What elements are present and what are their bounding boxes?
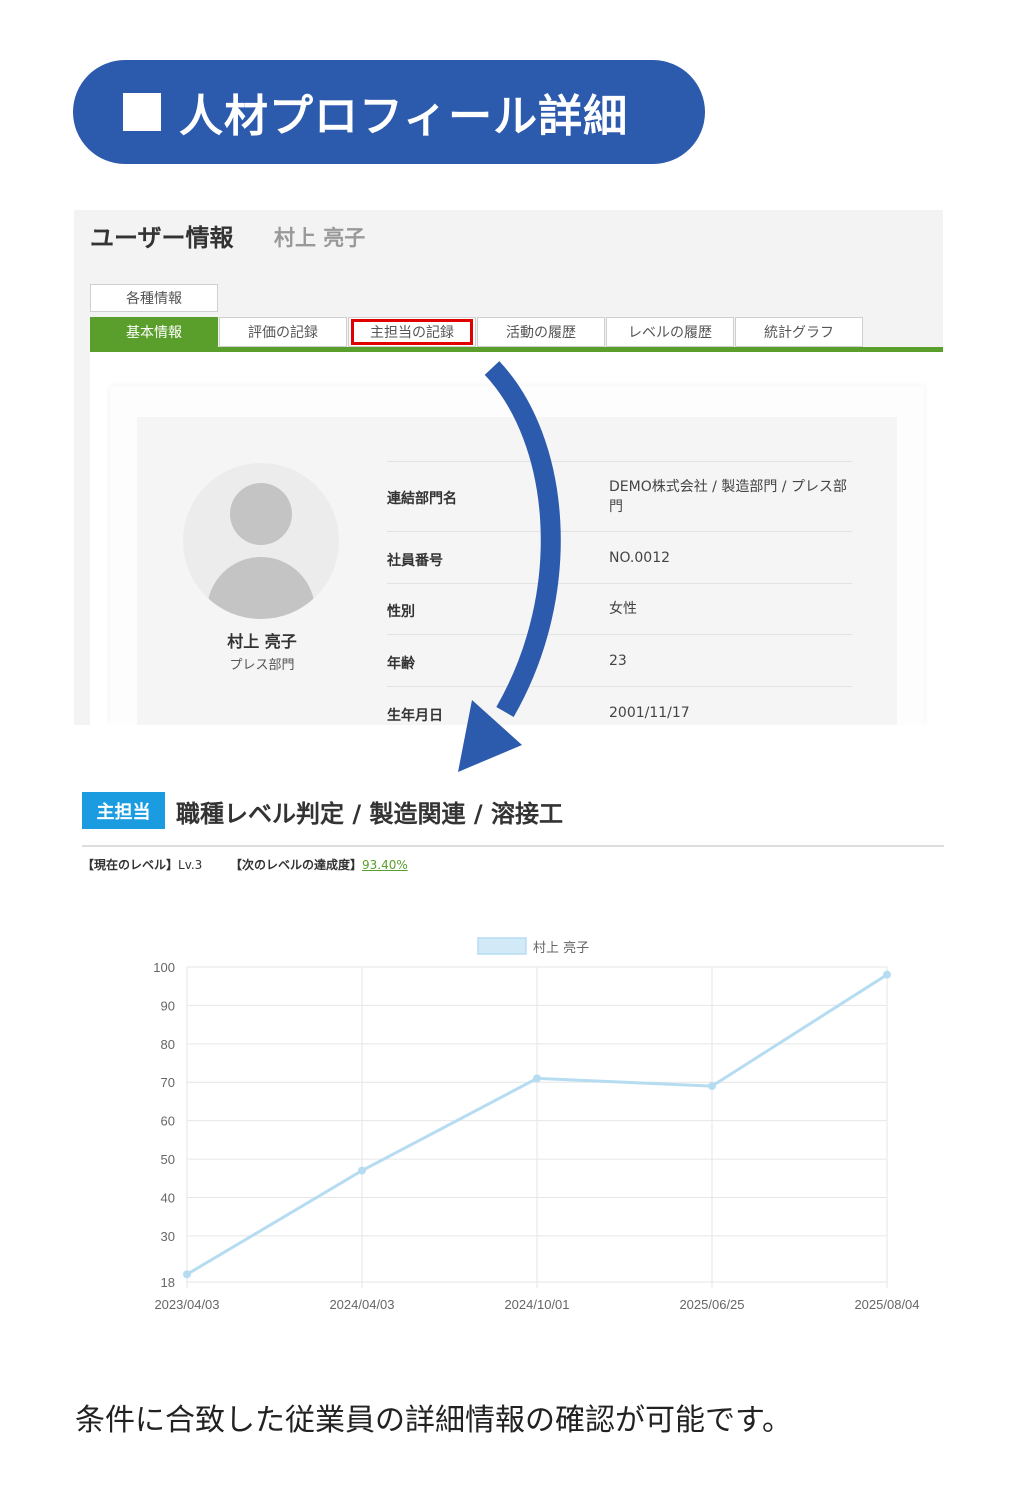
y-tick-label: 30 bbox=[161, 1229, 175, 1244]
y-tick-label: 50 bbox=[161, 1152, 175, 1167]
x-tick-label: 2025/06/25 bbox=[679, 1297, 744, 1312]
level-info: 【現在のレベル】Lv.3 【次のレベルの達成度】93.40% bbox=[82, 858, 408, 872]
data-point bbox=[708, 1082, 716, 1091]
data-point bbox=[533, 1074, 541, 1083]
main-charge-badge: 主担当 bbox=[82, 792, 165, 829]
current-level: Lv.3 bbox=[178, 858, 203, 872]
x-tick-label: 2025/08/04 bbox=[854, 1297, 919, 1312]
x-tick-label: 2024/04/03 bbox=[329, 1297, 394, 1312]
y-tick-label: 40 bbox=[161, 1190, 175, 1205]
y-tick-label: 80 bbox=[161, 1037, 175, 1052]
curved-arrow-icon bbox=[458, 361, 561, 772]
data-point bbox=[358, 1166, 366, 1175]
next-level-progress-link[interactable]: 93.40% bbox=[362, 858, 408, 872]
legend-swatch bbox=[477, 937, 527, 955]
x-tick-label: 2023/04/03 bbox=[154, 1297, 219, 1312]
y-tick-label: 70 bbox=[161, 1075, 175, 1090]
level-line-chart: 18 30 40 50 60 70 80 90 100 2023/04/03 2024/04/03 2… bbox=[153, 937, 920, 1312]
data-point bbox=[883, 970, 891, 979]
legend-label: 村上 亮子 bbox=[533, 940, 589, 956]
y-tick-label: 100 bbox=[153, 960, 175, 975]
y-tick-label: 18 bbox=[161, 1275, 175, 1290]
x-tick-label: 2024/10/01 bbox=[504, 1297, 569, 1312]
caption-text: 条件に合致した従業員の詳細情報の確認が可能です。 bbox=[75, 1403, 792, 1438]
data-point bbox=[183, 1270, 191, 1279]
y-tick-label: 90 bbox=[161, 998, 175, 1013]
section-title: 職種レベル判定 / 製造関連 / 溶接工 bbox=[176, 800, 563, 828]
y-tick-label: 60 bbox=[161, 1114, 175, 1129]
section-divider bbox=[82, 845, 944, 847]
